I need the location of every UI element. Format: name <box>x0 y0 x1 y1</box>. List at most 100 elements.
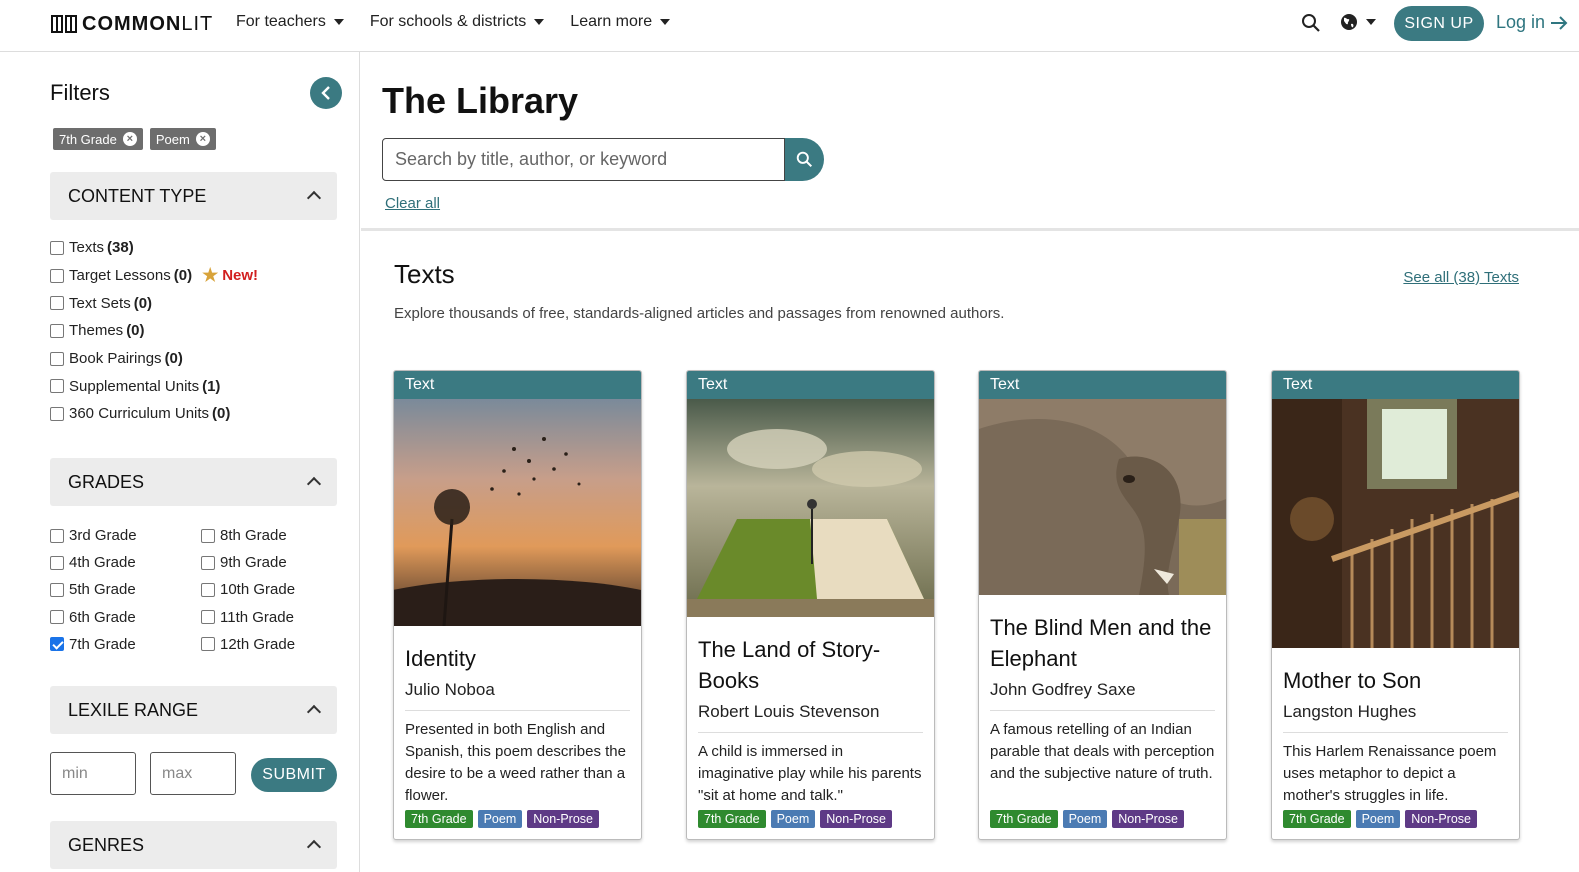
collapse-filters-button[interactable] <box>310 77 342 109</box>
content-type-text-sets[interactable]: Text Sets (0) <box>50 289 258 317</box>
filter-chip-7th-grade[interactable]: 7th Grade × <box>53 128 143 150</box>
grades-header[interactable]: GRADES <box>50 458 337 506</box>
content-type-360-units[interactable]: 360 Curriculum Units (0) <box>50 400 258 428</box>
nav-for-teachers[interactable]: For teachers <box>236 13 344 31</box>
card-type-label: Text <box>1272 371 1519 399</box>
content-type-header[interactable]: CONTENT TYPE <box>50 172 337 220</box>
grade-7th[interactable]: 7th Grade <box>50 631 201 658</box>
checkbox[interactable] <box>201 637 215 652</box>
grade-6th[interactable]: 6th Grade <box>50 604 201 631</box>
grade-9th[interactable]: 9th Grade <box>201 549 341 576</box>
genres-header[interactable]: GENRES <box>50 821 337 869</box>
library-search-input[interactable]: Search by title, author, or keyword <box>382 138 785 181</box>
tag-genre: Poem <box>1062 810 1108 828</box>
chevron-up-icon <box>306 476 322 492</box>
nav-for-schools[interactable]: For schools & districts <box>370 13 545 31</box>
checkbox[interactable] <box>201 528 215 543</box>
card-author: Julio Noboa <box>405 680 630 711</box>
checkbox[interactable] <box>50 582 64 597</box>
tag-form: Non-Prose <box>1112 810 1184 828</box>
text-card-land-of-story-books[interactable]: Text The Land of Story-Books Robert Loui… <box>686 370 935 840</box>
checkbox[interactable] <box>50 528 64 543</box>
commonlit-logo[interactable]: COMMONLIT <box>50 12 213 36</box>
content-type-book-pairings[interactable]: Book Pairings (0) <box>50 345 258 373</box>
chevron-up-icon <box>306 839 322 855</box>
card-title[interactable]: The Blind Men and the Elephant <box>990 612 1215 674</box>
card-title[interactable]: The Land of Story-Books <box>698 634 923 696</box>
tag-form: Non-Prose <box>1405 810 1477 828</box>
checkbox[interactable] <box>201 555 215 570</box>
checkbox[interactable] <box>50 351 64 366</box>
remove-chip-icon[interactable]: × <box>122 132 137 146</box>
new-badge: ★ New! <box>202 265 259 286</box>
checkbox[interactable] <box>50 296 64 311</box>
card-description: Presented in both English and Spanish, t… <box>405 721 626 804</box>
tag-form: Non-Prose <box>820 810 892 828</box>
checkbox[interactable] <box>50 610 64 625</box>
grade-3rd[interactable]: 3rd Grade <box>50 522 201 549</box>
checkbox-checked[interactable] <box>50 637 64 652</box>
card-tags: 7th Grade Poem Non-Prose <box>405 810 599 828</box>
checkbox[interactable] <box>50 240 64 255</box>
card-description: This Harlem Renaissance poem uses metaph… <box>1283 743 1497 804</box>
checkbox[interactable] <box>50 379 64 394</box>
card-author: John Godfrey Saxe <box>990 680 1215 711</box>
card-title[interactable]: Mother to Son <box>1283 665 1508 696</box>
arrow-right-icon <box>1551 15 1568 30</box>
section-divider <box>361 228 1579 231</box>
card-description: A child is immersed in imaginative play … <box>698 743 922 804</box>
search-icon[interactable] <box>1301 13 1321 33</box>
nav-learn-more[interactable]: Learn more <box>570 13 671 31</box>
texts-section-title: Texts <box>394 259 455 289</box>
grade-5th[interactable]: 5th Grade <box>50 576 201 603</box>
sign-up-button[interactable]: SIGN UP <box>1394 6 1484 41</box>
chevron-up-icon <box>306 190 322 206</box>
lexile-min-input[interactable]: min <box>50 752 136 795</box>
top-header: COMMONLIT For teachers For schools & dis… <box>0 0 1579 52</box>
content-type-supplemental-units[interactable]: Supplemental Units (1) <box>50 372 258 400</box>
log-in-link[interactable]: Log in <box>1496 12 1568 33</box>
see-all-texts-link[interactable]: See all (38) Texts <box>1403 269 1519 286</box>
grade-11th[interactable]: 11th Grade <box>201 604 341 631</box>
library-search-button[interactable] <box>785 138 824 181</box>
lexile-submit-button[interactable]: SUBMIT <box>251 758 337 792</box>
card-image-dandelion <box>394 399 641 659</box>
caret-down-icon <box>1366 19 1376 25</box>
clear-all-link[interactable]: Clear all <box>385 195 440 212</box>
content-type-target-lessons[interactable]: Target Lessons (0) ★ New! <box>50 262 258 290</box>
card-author: Langston Hughes <box>1283 702 1508 733</box>
lexile-range-header[interactable]: LEXILE RANGE <box>50 686 337 734</box>
grades-list: 3rd Grade 8th Grade 4th Grade 9th Grade … <box>50 522 341 658</box>
content-type-texts[interactable]: Texts (38) <box>50 234 258 262</box>
grade-4th[interactable]: 4th Grade <box>50 549 201 576</box>
tag-genre: Poem <box>770 810 816 828</box>
filters-sidebar: Filters 7th Grade × Poem × CONTENT TYPE Te… <box>0 52 360 872</box>
checkbox[interactable] <box>50 268 64 283</box>
card-image-elephant <box>979 399 1226 595</box>
card-type-label: Text <box>979 371 1226 399</box>
text-card-identity[interactable]: Text Identity Julio Noboa Presented in b… <box>393 370 642 840</box>
checkbox[interactable] <box>50 406 64 421</box>
grade-10th[interactable]: 10th Grade <box>201 576 341 603</box>
chevron-up-icon <box>306 704 322 720</box>
card-title[interactable]: Identity <box>405 643 630 674</box>
checkbox[interactable] <box>201 582 215 597</box>
card-author: Robert Louis Stevenson <box>698 702 923 733</box>
library-main: The Library Search by title, author, or … <box>361 52 1579 872</box>
checkbox[interactable] <box>50 323 64 338</box>
remove-chip-icon[interactable]: × <box>195 132 210 146</box>
content-type-themes[interactable]: Themes (0) <box>50 317 258 345</box>
card-type-label: Text <box>687 371 934 399</box>
text-card-mother-to-son[interactable]: Text Mother to Son Langston Hughes This … <box>1271 370 1520 840</box>
lexile-max-input[interactable]: max <box>150 752 236 795</box>
caret-down-icon <box>534 19 545 25</box>
text-card-blind-men-elephant[interactable]: Text The Blind Men and the Elephant John… <box>978 370 1227 840</box>
filter-chip-poem[interactable]: Poem × <box>149 128 216 150</box>
language-selector[interactable] <box>1340 13 1376 31</box>
card-tags: 7th Grade Poem Non-Prose <box>698 810 892 828</box>
grade-12th[interactable]: 12th Grade <box>201 631 341 658</box>
checkbox[interactable] <box>50 555 64 570</box>
checkbox[interactable] <box>201 610 215 625</box>
grade-8th[interactable]: 8th Grade <box>201 522 341 549</box>
card-tags: 7th Grade Poem Non-Prose <box>1283 810 1477 828</box>
